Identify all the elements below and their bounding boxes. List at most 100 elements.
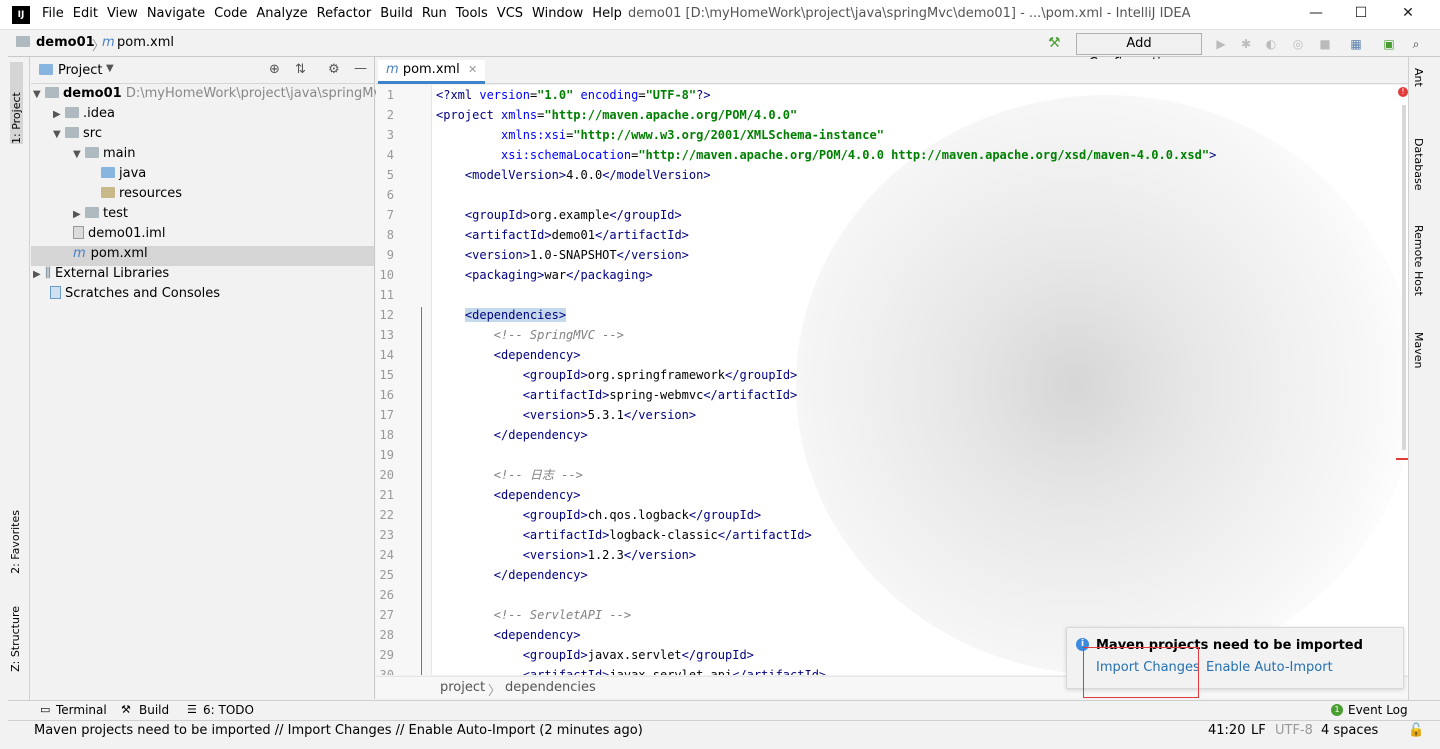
line-number: 15 [379, 368, 394, 382]
locate-icon[interactable]: ⊕ [269, 62, 280, 77]
status-message[interactable]: Maven projects need to be imported // Im… [34, 723, 643, 738]
main-menu: File Edit View Navigate Code Analyze Ref… [42, 6, 631, 21]
tab-build[interactable]: Build [139, 703, 169, 717]
hide-icon[interactable]: — [354, 61, 367, 76]
menu-analyze[interactable]: Analyze [256, 6, 307, 21]
chevron-down-icon: ▼ [53, 129, 61, 140]
tab-favorites[interactable]: 2: Favorites [9, 510, 22, 574]
menu-run[interactable]: Run [422, 6, 447, 21]
tab-event-log[interactable]: Event Log [1348, 703, 1408, 717]
line-number-gutter: 1 2 3 4 5 6 7 8 9 10 11 12 13 14 15 16 1… [376, 85, 432, 675]
project-panel-title[interactable]: Project [58, 63, 102, 78]
highlight-box [1083, 647, 1199, 698]
lock-icon[interactable]: 🔓 [1408, 723, 1424, 738]
event-log-icon: 1 [1331, 704, 1343, 716]
minimize-button[interactable]: — [1306, 5, 1326, 25]
tree-item-external-libraries[interactable]: ▶ ⫼ External Libraries [33, 266, 169, 286]
tab-remote-host[interactable]: Remote Host [1412, 225, 1425, 296]
line-number: 14 [379, 348, 394, 362]
menu-edit[interactable]: Edit [73, 6, 98, 21]
tree-item-src[interactable]: ▼ src [53, 126, 102, 146]
tree-item-resources[interactable]: resources [101, 186, 182, 206]
project-structure-icon[interactable]: ▦ [1348, 36, 1364, 52]
line-number: 30 [379, 668, 394, 675]
enable-auto-import-link[interactable]: Enable Auto-Import [1206, 660, 1333, 675]
collapse-all-icon[interactable]: ⇅ [295, 62, 306, 77]
build-hammer-icon[interactable]: ⚒ [1048, 35, 1061, 51]
gear-icon[interactable]: ⚙ [328, 62, 340, 77]
tab-todo[interactable]: 6: TODO [203, 703, 254, 717]
terminal-window-icon[interactable]: ▣ [1381, 36, 1397, 52]
tree-item-demo01[interactable]: ▼ demo01 D:\myHomeWork\project\java\sprin… [33, 86, 401, 106]
caret-position[interactable]: 41:20 [1208, 723, 1245, 738]
search-icon[interactable]: ⌕ [1408, 36, 1424, 52]
indent-setting[interactable]: 4 spaces [1321, 723, 1378, 738]
line-number: 9 [386, 248, 394, 262]
status-bar: Maven projects need to be imported // Im… [8, 720, 1440, 742]
line-number: 12 [379, 308, 394, 322]
error-icon[interactable]: ! [1398, 87, 1408, 97]
menu-file[interactable]: File [42, 6, 64, 21]
line-number: 10 [379, 268, 394, 282]
coverage-icon[interactable]: ◐ [1263, 36, 1279, 52]
tab-ant[interactable]: Ant [1412, 68, 1425, 87]
breadcrumb-dependencies[interactable]: dependencies [505, 680, 596, 695]
tree-item-scratches[interactable]: Scratches and Consoles [50, 286, 220, 306]
tree-item-main[interactable]: ▼ main [73, 146, 135, 166]
debug-icon[interactable]: ✱ [1238, 36, 1254, 52]
module-folder-icon [45, 87, 59, 98]
line-number: 23 [379, 528, 394, 542]
menu-window[interactable]: Window [532, 6, 583, 21]
scrollbar[interactable] [1402, 105, 1406, 450]
tab-maven[interactable]: Maven [1412, 332, 1425, 368]
stop-icon[interactable]: ■ [1317, 36, 1333, 52]
line-number: 5 [386, 168, 394, 182]
bottom-tool-bar: ▭ Terminal ⚒ Build ☰ 6: TODO 1 Event Log [8, 700, 1440, 720]
maximize-button[interactable]: ☐ [1351, 5, 1371, 25]
line-number: 3 [386, 128, 394, 142]
line-separator[interactable]: LF [1251, 723, 1266, 738]
menu-build[interactable]: Build [380, 6, 413, 21]
close-button[interactable]: ✕ [1398, 5, 1418, 25]
resources-folder-icon [101, 187, 115, 198]
tree-item-test[interactable]: ▶ test [73, 206, 128, 226]
line-number: 29 [379, 648, 394, 662]
chevron-down-icon: ▼ [33, 89, 41, 100]
error-stripe-marker[interactable] [1396, 458, 1408, 460]
nav-project[interactable]: demo01 [36, 35, 95, 50]
breadcrumb-project[interactable]: project [440, 680, 485, 695]
tab-structure[interactable]: Z: Structure [9, 606, 22, 672]
line-number: 1 [386, 88, 394, 102]
code-editor[interactable]: 1 2 3 4 5 6 7 8 9 10 11 12 13 14 15 16 1… [376, 85, 1408, 675]
tab-database[interactable]: Database [1412, 138, 1425, 191]
menu-bar: IJ File Edit View Navigate Code Analyze … [0, 0, 1440, 30]
line-number: 28 [379, 628, 394, 642]
menu-tools[interactable]: Tools [456, 6, 488, 21]
chevron-down-icon[interactable]: ▼ [106, 63, 114, 74]
change-marker [421, 307, 422, 675]
tree-item-idea[interactable]: ▶ .idea [53, 106, 115, 126]
folder-icon [85, 207, 99, 218]
menu-view[interactable]: View [107, 6, 138, 21]
tab-terminal[interactable]: Terminal [56, 703, 107, 717]
tab-project[interactable]: 1: Project [10, 62, 23, 144]
file-encoding[interactable]: UTF-8 [1275, 723, 1313, 738]
menu-refactor[interactable]: Refactor [317, 6, 372, 21]
run-icon[interactable]: ▶ [1213, 36, 1229, 52]
editor-tab-pom-xml[interactable]: m pom.xml ✕ [378, 60, 486, 84]
add-configuration-button[interactable]: Add Configuration... [1076, 33, 1202, 71]
line-number: 11 [379, 288, 394, 302]
profile-icon[interactable]: ◎ [1290, 36, 1306, 52]
line-number: 2 [386, 108, 394, 122]
menu-navigate[interactable]: Navigate [147, 6, 205, 21]
editor-tab-bar [376, 59, 1408, 84]
menu-vcs[interactable]: VCS [497, 6, 523, 21]
tree-item-demo01-iml[interactable]: demo01.iml [73, 226, 165, 246]
line-number: 21 [379, 488, 394, 502]
tree-item-pom-xml[interactable]: m pom.xml [31, 246, 374, 266]
tree-item-java[interactable]: java [101, 166, 146, 186]
nav-file[interactable]: pom.xml [117, 35, 174, 50]
close-tab-icon[interactable]: ✕ [468, 63, 477, 76]
menu-code[interactable]: Code [214, 6, 247, 21]
menu-help[interactable]: Help [592, 6, 622, 21]
